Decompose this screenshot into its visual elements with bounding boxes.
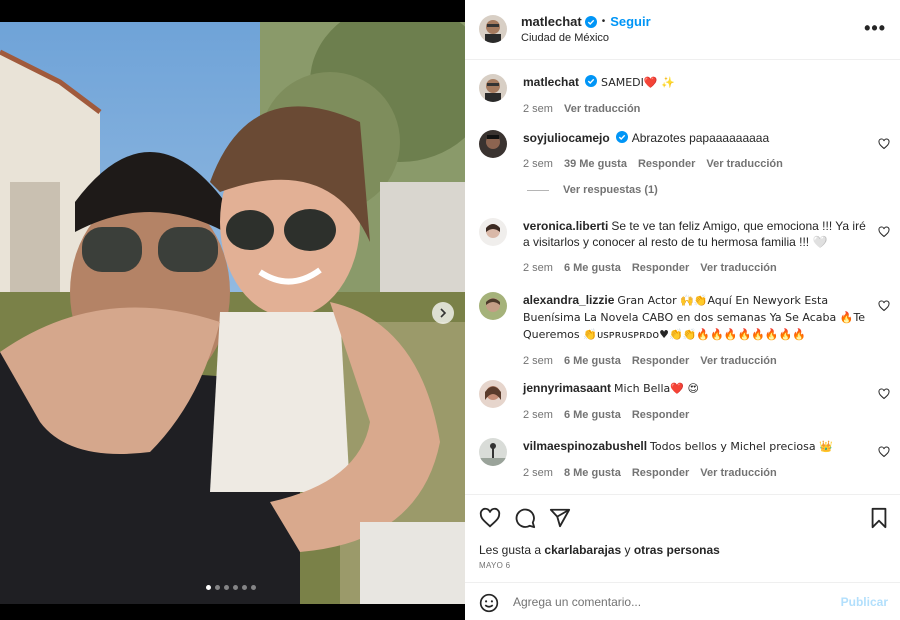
emoji-icon[interactable] bbox=[479, 593, 499, 613]
carousel-next-button[interactable] bbox=[432, 302, 454, 324]
comment-username[interactable]: jennyrimasaant bbox=[523, 381, 611, 395]
carousel-dot bbox=[242, 585, 247, 590]
heart-icon[interactable] bbox=[878, 300, 890, 312]
more-options-button[interactable]: ••• bbox=[864, 18, 886, 38]
translate-button[interactable]: Ver traducción bbox=[564, 101, 640, 117]
comment-time[interactable]: 2 sem bbox=[523, 353, 553, 369]
likes-summary: Les gusta a ckarlabarajas y otras person… bbox=[479, 543, 720, 557]
heart-icon[interactable] bbox=[878, 138, 890, 150]
comment-time[interactable]: 2 sem bbox=[523, 260, 553, 276]
commenter-avatar[interactable] bbox=[479, 380, 507, 408]
heart-icon[interactable] bbox=[878, 226, 890, 238]
action-bar: Les gusta a ckarlabarajas y otras person… bbox=[465, 494, 900, 582]
author-avatar[interactable] bbox=[479, 74, 507, 102]
reply-button[interactable]: Responder bbox=[632, 465, 689, 481]
author-username[interactable]: matlechat bbox=[521, 14, 582, 29]
comment-username[interactable]: vilmaespinozabushell bbox=[523, 439, 647, 453]
comment-likes[interactable]: 8 Me gusta bbox=[564, 465, 621, 481]
view-replies-button[interactable]: Ver respuestas (1) bbox=[527, 184, 658, 196]
comment-username[interactable]: soyjuliocamejo bbox=[523, 131, 610, 145]
commenter-avatar[interactable] bbox=[479, 130, 507, 158]
comment-time[interactable]: 2 sem bbox=[523, 407, 553, 423]
heart-icon[interactable] bbox=[878, 388, 890, 400]
comment-likes[interactable]: 39 Me gusta bbox=[564, 156, 627, 172]
reply-button[interactable]: Responder bbox=[638, 156, 695, 172]
carousel-dot bbox=[224, 585, 229, 590]
carousel-dot bbox=[215, 585, 220, 590]
view-replies-label: Ver respuestas (1) bbox=[563, 184, 658, 196]
post-date[interactable]: MAYO 6 bbox=[479, 561, 510, 570]
carousel-dot bbox=[233, 585, 238, 590]
comment-input[interactable] bbox=[513, 592, 813, 612]
comment-text: Todos bellos y Michel preciosa 👑 bbox=[650, 440, 833, 453]
likes-user[interactable]: ckarlabarajas bbox=[544, 543, 621, 557]
comment-username[interactable]: veronica.liberti bbox=[523, 219, 608, 233]
carousel-dot bbox=[251, 585, 256, 590]
post-photo bbox=[0, 22, 465, 604]
bookmark-icon[interactable] bbox=[868, 507, 890, 529]
carousel-dots bbox=[206, 585, 256, 590]
comment-icon[interactable] bbox=[514, 507, 536, 529]
publish-button[interactable]: Publicar bbox=[841, 595, 888, 609]
verified-icon bbox=[615, 131, 628, 143]
comments-list: matlechat SAMEDI❤️ ✨ 2 sem Ver traducción… bbox=[465, 60, 900, 494]
heart-icon[interactable] bbox=[878, 446, 890, 458]
comment-time[interactable]: 2 sem bbox=[523, 465, 553, 481]
more-icon: ••• bbox=[864, 18, 886, 38]
add-comment-bar: Publicar bbox=[465, 582, 900, 620]
chevron-right-icon bbox=[440, 308, 447, 318]
author-avatar[interactable] bbox=[479, 15, 507, 43]
translate-button[interactable]: Ver traducción bbox=[700, 465, 776, 481]
commenter-avatar[interactable] bbox=[479, 218, 507, 246]
side-panel: matlechat • Seguir Ciudad de México ••• … bbox=[465, 0, 900, 620]
comment-likes[interactable]: 6 Me gusta bbox=[564, 260, 621, 276]
follow-button[interactable]: Seguir bbox=[610, 14, 650, 29]
reply-button[interactable]: Responder bbox=[632, 407, 689, 423]
heart-icon[interactable] bbox=[479, 507, 501, 529]
likes-others[interactable]: otras personas bbox=[634, 543, 720, 557]
post-modal: matlechat • Seguir Ciudad de México ••• … bbox=[0, 0, 900, 620]
caption-username[interactable]: matlechat bbox=[523, 75, 579, 89]
translate-button[interactable]: Ver traducción bbox=[700, 260, 776, 276]
carousel-dot bbox=[206, 585, 211, 590]
comment-likes[interactable]: 6 Me gusta bbox=[564, 407, 621, 423]
commenter-avatar[interactable] bbox=[479, 292, 507, 320]
header-separator: • bbox=[601, 16, 606, 27]
replies-divider bbox=[527, 189, 549, 191]
likes-connector: y bbox=[624, 543, 631, 557]
media-panel bbox=[0, 0, 465, 620]
post-header: matlechat • Seguir Ciudad de México ••• bbox=[465, 0, 900, 60]
translate-button[interactable]: Ver traducción bbox=[700, 353, 776, 369]
post-location[interactable]: Ciudad de México bbox=[521, 32, 609, 44]
verified-icon bbox=[585, 75, 598, 87]
share-icon[interactable] bbox=[549, 507, 571, 529]
comment-username[interactable]: alexandra_lizzie bbox=[523, 293, 614, 307]
reply-button[interactable]: Responder bbox=[632, 353, 689, 369]
translate-button[interactable]: Ver traducción bbox=[706, 156, 782, 172]
reply-button[interactable]: Responder bbox=[632, 260, 689, 276]
likes-prefix: Les gusta a bbox=[479, 543, 542, 557]
caption-text: SAMEDI❤️ ✨ bbox=[601, 76, 675, 89]
commenter-avatar[interactable] bbox=[479, 438, 507, 466]
comment-text: Mich Bella❤️ 😍 bbox=[614, 382, 699, 395]
comment-time[interactable]: 2 sem bbox=[523, 156, 553, 172]
comment-likes[interactable]: 6 Me gusta bbox=[564, 353, 621, 369]
comment-text: Abrazotes papaaaaaaaaa bbox=[631, 131, 770, 145]
caption-time[interactable]: 2 sem bbox=[523, 101, 553, 117]
verified-icon bbox=[584, 15, 597, 28]
